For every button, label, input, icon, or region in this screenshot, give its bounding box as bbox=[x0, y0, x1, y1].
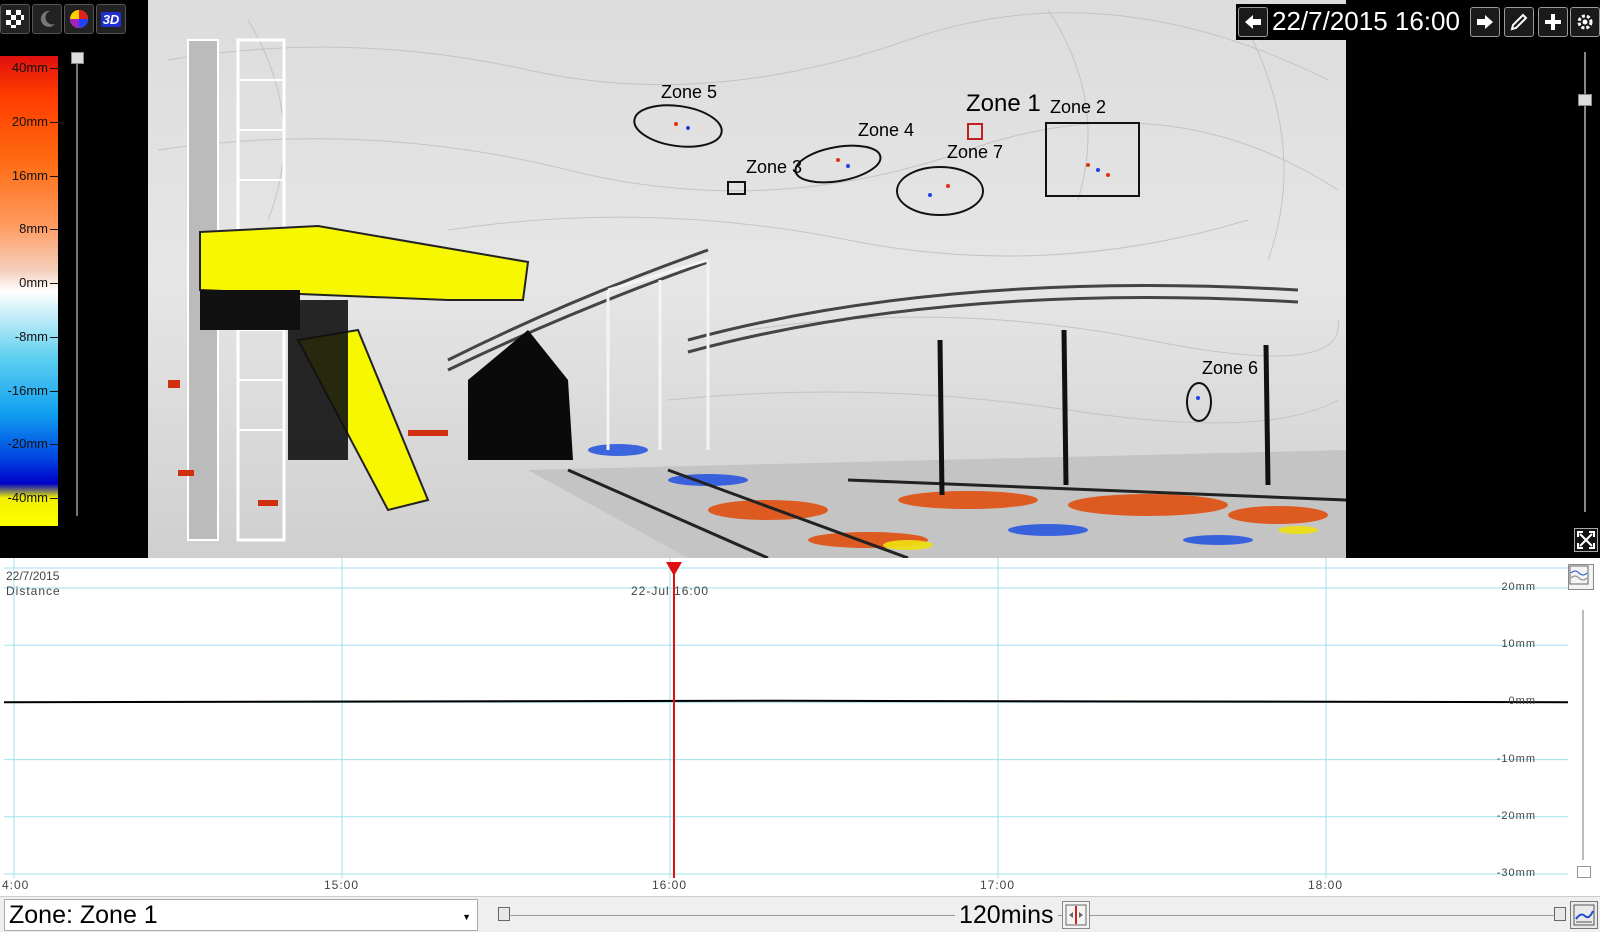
legend-slider-track[interactable] bbox=[76, 56, 78, 516]
scan-scene[interactable]: Zone 5 Zone 4 Zone 3 Zone 1 Zone 2 Zone … bbox=[148, 0, 1346, 558]
time-range-start-thumb[interactable] bbox=[498, 907, 510, 921]
zone-select[interactable]: Zone: Zone 1 ▼ bbox=[4, 899, 478, 931]
chevron-down-icon[interactable]: ▼ bbox=[462, 912, 471, 922]
legend-tick bbox=[50, 229, 58, 231]
graph-vertical-scroll[interactable] bbox=[1582, 610, 1584, 860]
legend-label: -8mm bbox=[14, 328, 48, 344]
gear-icon[interactable] bbox=[1570, 7, 1600, 37]
zone-7-label[interactable]: Zone 7 bbox=[947, 142, 1003, 163]
legend-label: 40mm bbox=[11, 60, 48, 75]
arrow-left-icon[interactable] bbox=[1238, 7, 1268, 37]
y-tick-label: 10mm bbox=[1501, 638, 1536, 651]
legend-label: 20mm bbox=[11, 113, 48, 129]
graph-date: 22/7/2015 bbox=[6, 569, 60, 583]
displacement-graph[interactable]: 22/7/2015 Distance 22-Jul 16:00 20mm 10mm… bbox=[0, 558, 1600, 896]
graph-metric: Distance bbox=[6, 584, 61, 598]
legend-tick bbox=[50, 121, 58, 123]
3d-view-label: 3D bbox=[100, 11, 122, 27]
y-tick-label: 0mm bbox=[1508, 695, 1536, 708]
legend-slider-thumb[interactable] bbox=[71, 52, 84, 64]
plus-icon[interactable] bbox=[1538, 7, 1568, 37]
legend-label: -16mm bbox=[7, 382, 48, 398]
zone-6-label[interactable]: Zone 6 bbox=[1202, 358, 1258, 379]
y-tick-label: -20mm bbox=[1496, 809, 1536, 822]
x-tick-label: 17:00 bbox=[980, 878, 1016, 892]
zoom-slider-thumb[interactable] bbox=[1578, 94, 1592, 106]
x-tick-label: 16:00 bbox=[652, 878, 688, 892]
legend-tick bbox=[50, 175, 58, 177]
legend-label: 8mm bbox=[19, 221, 48, 237]
x-tick-label: 4:00 bbox=[2, 878, 30, 892]
graph-settings-icon[interactable] bbox=[1568, 564, 1594, 590]
time-range-end-thumb[interactable] bbox=[1554, 907, 1566, 921]
y-tick-label: 20mm bbox=[1501, 581, 1536, 593]
zone-4-label[interactable]: Zone 4 bbox=[858, 120, 914, 141]
3d-view-icon[interactable]: 3D bbox=[96, 4, 126, 34]
zone-2-label[interactable]: Zone 2 bbox=[1050, 97, 1106, 118]
fullscreen-icon[interactable] bbox=[1574, 528, 1598, 552]
legend-tick bbox=[50, 498, 58, 499]
legend-tick bbox=[50, 336, 58, 338]
bottom-controls: Zone: Zone 1 ▼ 120mins bbox=[0, 896, 1600, 932]
legend-tick bbox=[50, 68, 58, 69]
legend-label: -40mm bbox=[7, 490, 48, 505]
arrow-right-icon[interactable] bbox=[1470, 7, 1500, 37]
legend-label: 16mm bbox=[11, 167, 48, 183]
legend-label: -20mm bbox=[7, 436, 48, 452]
graph-panel-icon[interactable] bbox=[1570, 901, 1598, 929]
zone-3-label[interactable]: Zone 3 bbox=[746, 157, 802, 178]
color-palette-icon[interactable] bbox=[64, 4, 94, 34]
time-cursor-marker bbox=[666, 562, 682, 576]
graph-vertical-scroll-thumb[interactable] bbox=[1577, 866, 1591, 878]
y-tick-label: -30mm bbox=[1496, 867, 1536, 879]
time-range-value: 120mins bbox=[955, 901, 1058, 930]
legend-tick bbox=[50, 390, 58, 392]
y-tick-label: -10mm bbox=[1496, 752, 1536, 765]
legend-tick bbox=[50, 283, 58, 284]
pattern-icon[interactable] bbox=[0, 4, 30, 34]
legend-label: 0mm bbox=[19, 275, 48, 290]
zone-1-label[interactable]: Zone 1 bbox=[966, 90, 1041, 118]
pencil-icon[interactable] bbox=[1504, 7, 1534, 37]
time-navigation: 22/7/2015 16:00 bbox=[1236, 4, 1600, 40]
zone-select-value: Zone: Zone 1 bbox=[9, 900, 158, 929]
zoom-slider-track[interactable] bbox=[1584, 52, 1586, 512]
moon-icon[interactable] bbox=[32, 4, 62, 34]
zone-5-label[interactable]: Zone 5 bbox=[661, 82, 717, 103]
x-tick-label: 18:00 bbox=[1308, 878, 1344, 892]
time-range-icon[interactable] bbox=[1062, 901, 1090, 929]
scene-drawing bbox=[148, 0, 1346, 558]
graph-canvas bbox=[3, 558, 1569, 878]
app-window: 3D 40mm 20mm 16mm 8mm 0mm -8mm -16mm -20mm -40mm bbox=[0, 0, 1600, 932]
legend-tick bbox=[50, 444, 58, 446]
point-cloud-viewer[interactable]: 3D 40mm 20mm 16mm 8mm 0mm -8mm -16mm -20mm -40mm bbox=[0, 0, 1600, 558]
x-tick-label: 15:00 bbox=[324, 878, 360, 892]
current-datetime: 22/7/2015 16:00 bbox=[1272, 6, 1460, 36]
time-cursor-label: 22-Jul 16:00 bbox=[631, 584, 710, 598]
